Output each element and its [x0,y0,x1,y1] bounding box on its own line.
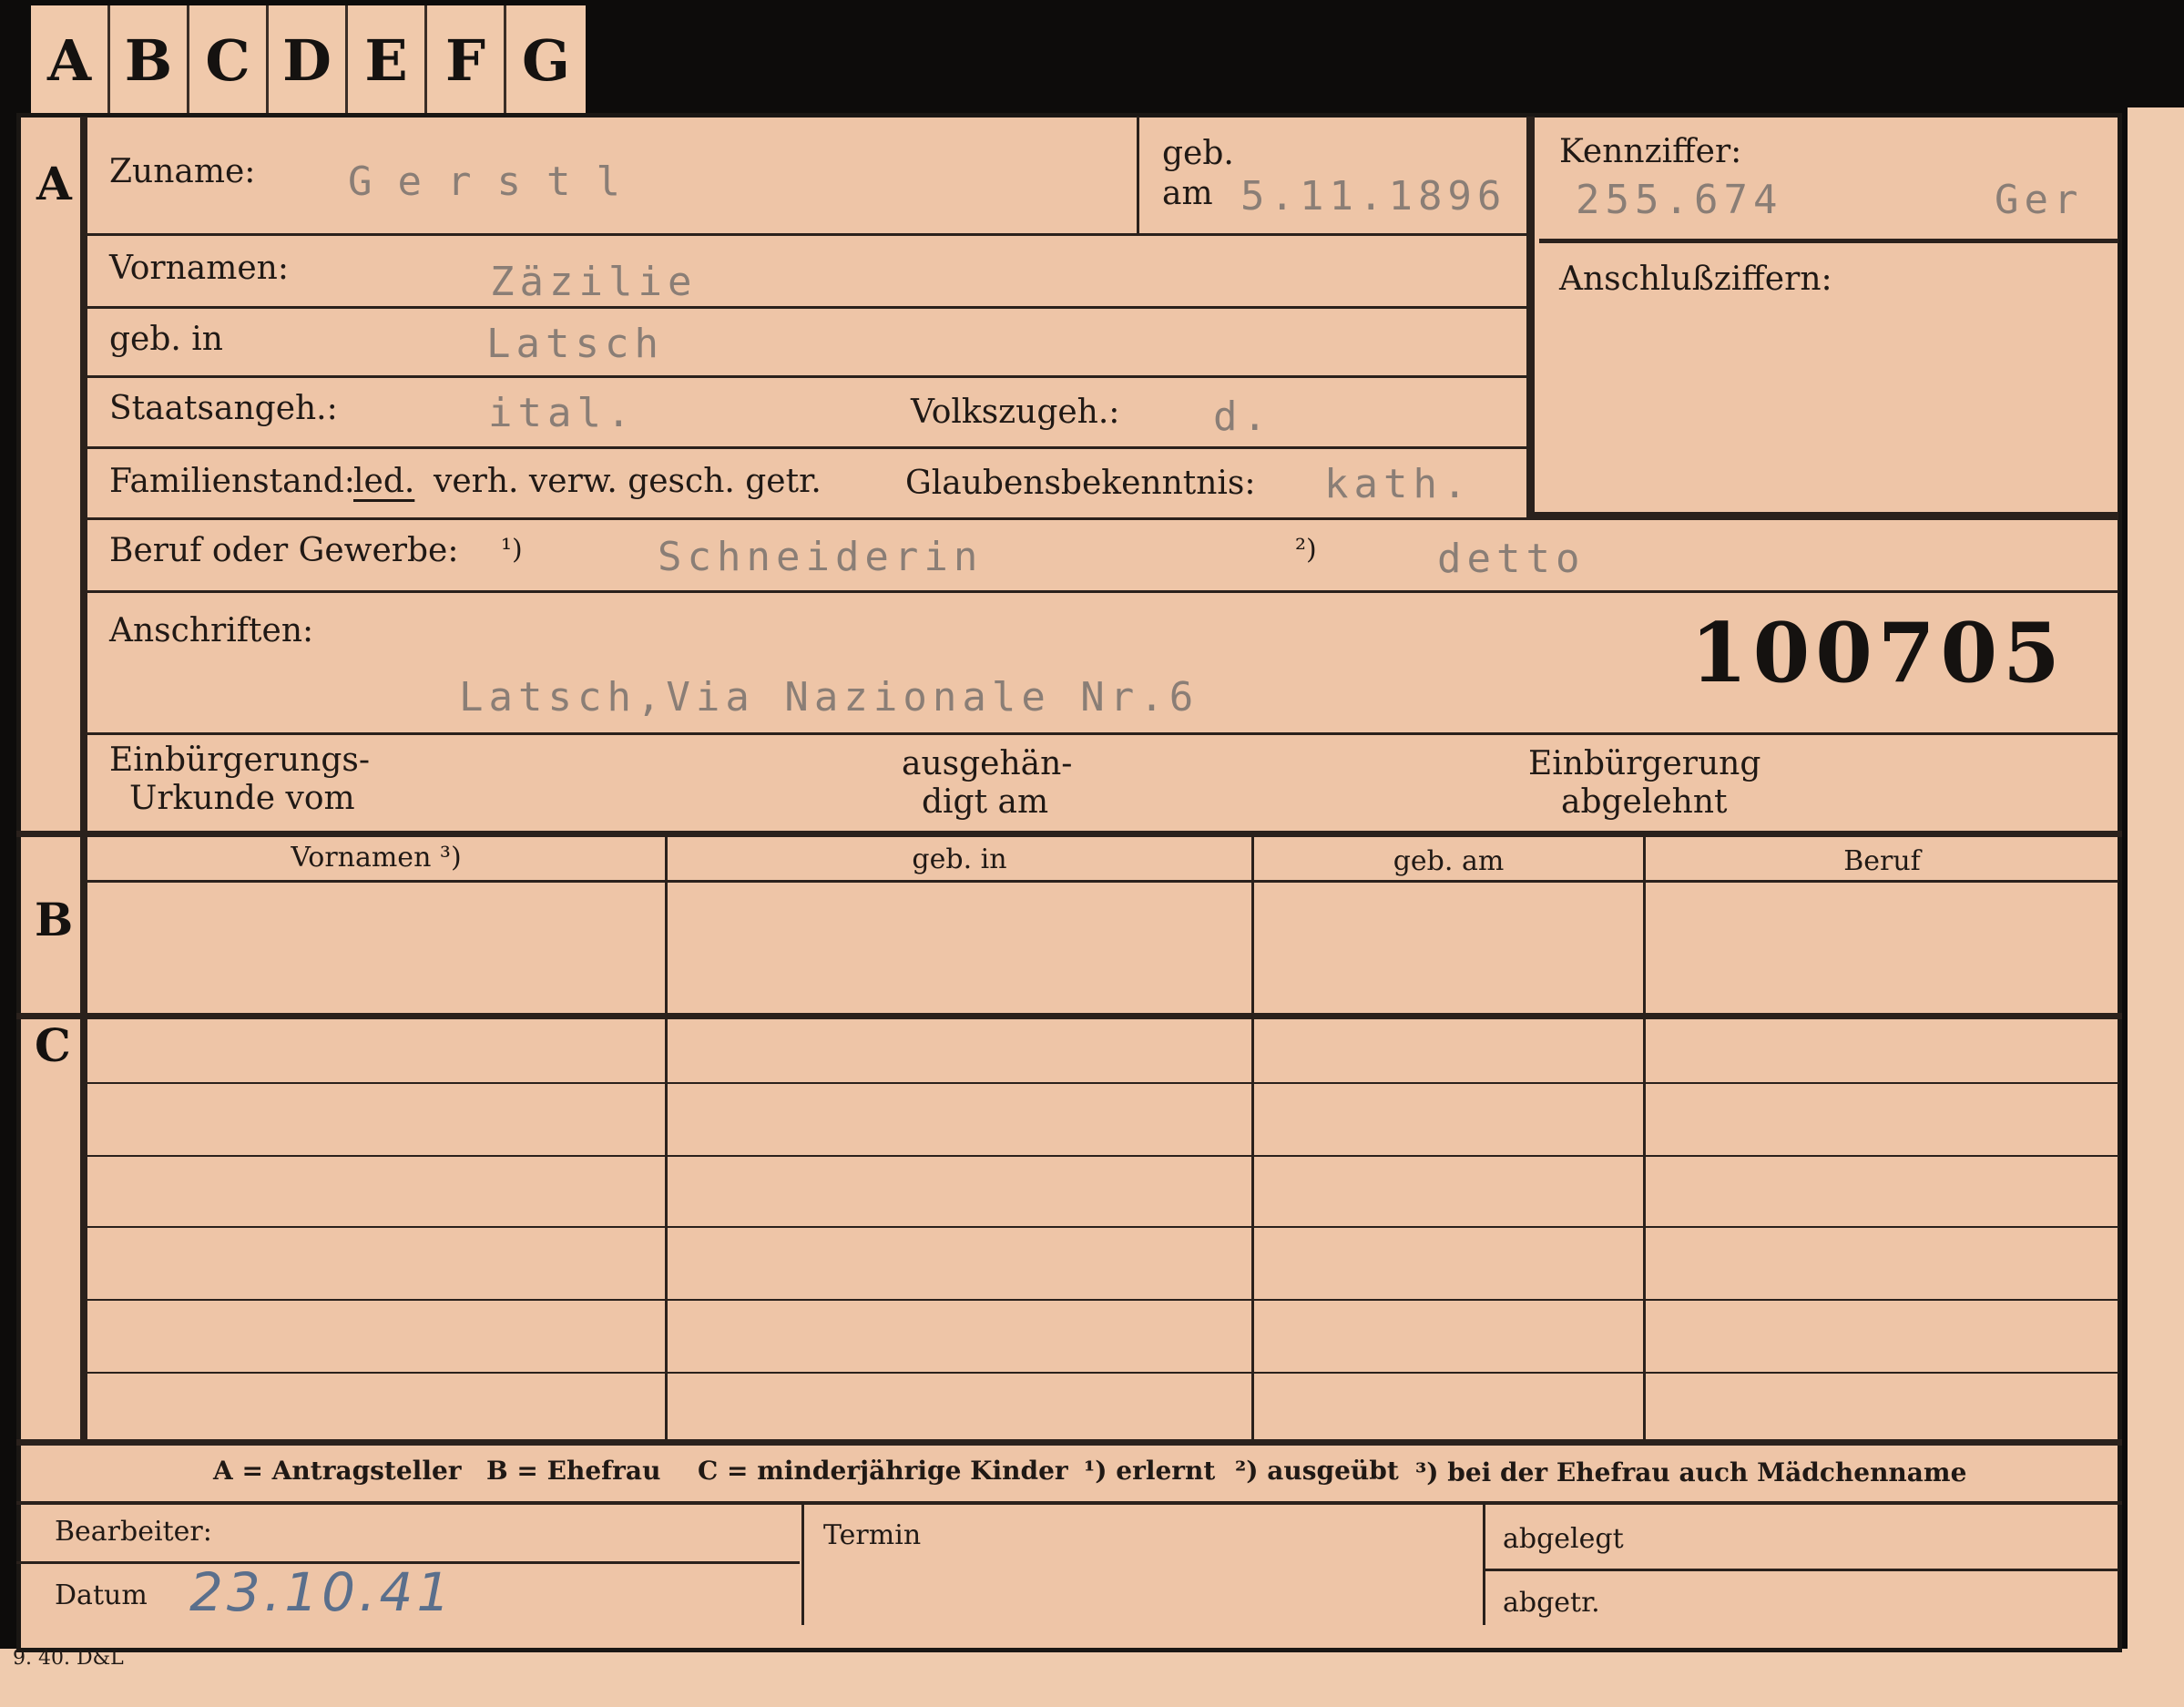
tab-d[interactable]: D [269,5,348,115]
legend-bottom [16,1501,2122,1505]
einbuergerung-abgelehnt-label-2: abgelehnt [1561,783,1728,821]
col-line [665,834,668,1441]
termin-label: Termin [823,1519,922,1551]
familienstand-other-options: verh. verw. gesch. getr. [434,463,822,500]
glaubensbekenntnis-label: Glaubensbekenntnis: [905,465,1256,502]
row-line [87,1299,2118,1301]
col-line [1483,1505,1485,1625]
geb-in-value: Latsch [486,321,664,367]
einbuergerungsurkunde-label-2: Urkunde vom [129,780,355,817]
row-line [87,1372,2118,1374]
tab-g[interactable]: G [506,5,586,115]
col-line [1251,834,1254,1441]
kennziffer-suffix: Ger [1995,177,2084,223]
legend-top [16,1439,2122,1446]
staatsangehoerigkeit-label: Staatsangeh.: [109,390,338,427]
col-header-vornamen: Vornamen ³) [291,842,462,874]
bearbeiter-label: Bearbeiter: [55,1516,212,1548]
ausgehaendigt-label-1: ausgehän- [902,745,1073,782]
geb-divider [1137,117,1139,233]
col-header-beruf: Beruf [1843,845,1921,877]
stamp-number: 100705 [1690,605,2066,701]
row-line [87,880,2118,883]
einbuergerungsurkunde-label-1: Einbürgerungs- [109,741,371,779]
legend-ausgeuebt: ²) ausgeübt [1235,1456,1399,1486]
kennziffer-label: Kennziffer: [1559,133,1742,170]
beruf-erlernt-value: Schneiderin [658,534,984,580]
background-edge [2128,107,2184,1707]
section-c-top [16,1013,2122,1019]
index-tabs: A B C D E F G [31,5,586,115]
section-b-top [16,831,2122,837]
beruf-label: Beruf oder Gewerbe: [109,532,459,569]
col-line [801,1505,804,1625]
vornamen-label: Vornamen: [109,250,289,287]
tab-a[interactable]: A [31,5,110,115]
row-line [87,446,1526,449]
row-line [87,375,1526,378]
legend-antragsteller: A = Antragsteller [213,1456,462,1486]
col-header-geb-am: geb. am [1393,845,1505,877]
legend-erlernt: ¹) erlernt [1084,1456,1216,1486]
kennziffer-box-left [1526,117,1535,517]
datum-value: 23.10.41 [189,1561,454,1623]
volkszugehoerigkeit-label: Volkszugeh.: [911,394,1120,431]
geb-in-label: geb. in [109,321,223,358]
background-bottom [0,1649,2184,1707]
geb-label: geb. [1162,135,1234,172]
glaubensbekenntnis-value: kath. [1324,461,1473,507]
col-header-geb-in: geb. in [912,843,1007,875]
tab-e[interactable]: E [348,5,427,115]
staatsangehoerigkeit-value: ital. [488,390,637,436]
beruf-erlernt-marker: ¹) [501,534,523,566]
anschriften-label: Anschriften: [109,612,314,649]
row-line [1485,1569,2118,1571]
row-line [87,590,2118,593]
row-line [87,1082,2118,1084]
geb-am-value: 5.11.1896 [1240,173,1507,220]
row-line [87,306,1526,309]
tab-c[interactable]: C [189,5,269,115]
section-c-label: C [35,1018,71,1072]
zuname-label: Zuname: [109,153,256,190]
row-line [87,732,2118,735]
section-a-label: A [36,157,72,210]
vornamen-value: Zäzilie [490,259,698,305]
row-line [87,1226,2118,1228]
print-code: 9. 40. D&L [13,1647,124,1670]
zuname-value: Gerstl [348,158,646,205]
datum-label: Datum [55,1579,148,1611]
legend-ehefrau: B = Ehefrau [486,1456,661,1486]
section-b-label: B [35,893,74,946]
legend-maedchenname: ³) bei der Ehefrau auch Mädchenname [1415,1457,1967,1487]
section-column-divider [80,117,87,1443]
abgelegt-label: abgelegt [1503,1523,1624,1555]
anschriften-value: Latsch,Via Nazionale Nr.6 [459,674,1199,721]
tab-f[interactable]: F [427,5,506,115]
anschluss-label: Anschlußziffern: [1559,261,1832,298]
familienstand-ledig-option: led. [353,463,415,500]
volkszugehoerigkeit-value: d. [1213,394,1272,440]
registration-card [16,113,2122,1652]
am-label: am [1162,175,1213,212]
ausgehaendigt-label-2: digt am [922,783,1049,821]
kennziffer-divider [1539,239,2118,243]
col-line [1643,834,1646,1441]
einbuergerung-abgelehnt-label-1: Einbürgerung [1528,745,1761,782]
row-line [87,1155,2118,1157]
familienstand-label: Familienstand: [109,463,355,500]
row-line [87,517,2118,520]
row-line [87,233,1526,236]
legend-kinder: C = minderjährige Kinder [698,1456,1068,1486]
beruf-ausgeuebt-value: detto [1437,536,1586,582]
abgetragen-label: abgetr. [1503,1587,1600,1619]
tab-b[interactable]: B [110,5,189,115]
beruf-ausgeuebt-marker: ²) [1295,534,1317,566]
kennziffer-value: 255.674 [1576,177,1783,223]
